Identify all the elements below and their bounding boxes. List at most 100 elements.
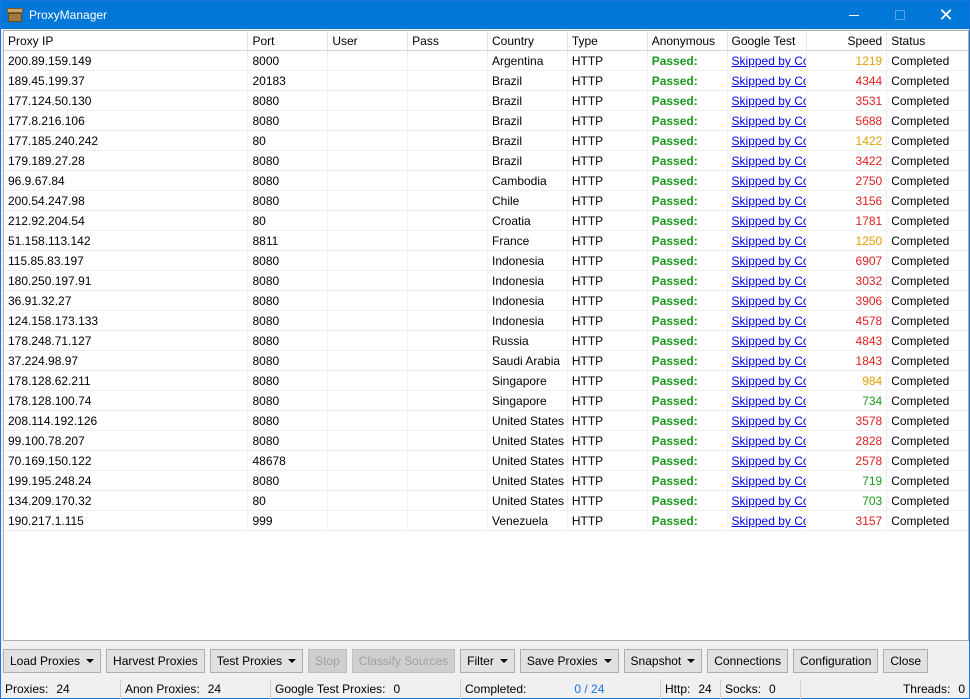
cell-user	[328, 271, 409, 290]
classify-sources-label: Classify Sources	[358, 654, 449, 668]
cell-google-test[interactable]: Skipped by Co	[728, 171, 808, 190]
harvest-proxies-button[interactable]: Harvest Proxies	[106, 649, 205, 673]
cell-type: HTTP	[568, 311, 648, 330]
column-header-port[interactable]: Port	[248, 31, 329, 50]
minimize-icon[interactable]	[831, 1, 877, 29]
cell-speed: 703	[807, 491, 888, 510]
cell-google-test[interactable]: Skipped by Co	[728, 311, 808, 330]
column-header-user[interactable]: User	[328, 31, 409, 50]
column-header-type[interactable]: Type	[568, 31, 648, 50]
cell-google-test[interactable]: Skipped by Co	[728, 471, 808, 490]
table-row[interactable]: 179.189.27.28 8080 Brazil HTTP Passed: Skippe…	[4, 151, 968, 171]
table-row[interactable]: 208.114.192.126 8080 United States HTTP Pass…	[4, 411, 968, 431]
status-google-label: Google Test Proxies:	[275, 682, 386, 696]
cell-google-test[interactable]: Skipped by Co	[728, 51, 808, 70]
snapshot-button[interactable]: Snapshot	[623, 649, 703, 673]
proxy-list[interactable]: Proxy IP Port User Pass Country Type Ano…	[3, 30, 969, 641]
cell-google-test[interactable]: Skipped by Co	[728, 91, 808, 110]
window-title: ProxyManager	[29, 8, 108, 22]
cell-google-test[interactable]: Skipped by Co	[728, 71, 808, 90]
table-row[interactable]: 189.45.199.37 20183 Brazil HTTP Passed: Skipp…	[4, 71, 968, 91]
cell-speed: 3156	[807, 191, 888, 210]
close-icon[interactable]: ✕	[923, 1, 969, 29]
cell-google-test[interactable]: Skipped by Co	[728, 491, 808, 510]
cell-google-test[interactable]: Skipped by Co	[728, 291, 808, 310]
cell-google-test[interactable]: Skipped by Co	[728, 111, 808, 130]
table-row[interactable]: 178.128.100.74 8080 Singapore HTTP Passed: Sk…	[4, 391, 968, 411]
table-row[interactable]: 178.248.71.127 8080 Russia HTTP Passed: Skipp…	[4, 331, 968, 351]
cell-google-test[interactable]: Skipped by Co	[728, 511, 808, 530]
cell-google-test[interactable]: Skipped by Co	[728, 391, 808, 410]
table-row[interactable]: 177.8.216.106 8080 Brazil HTTP Passed: Skippe…	[4, 111, 968, 131]
cell-google-test[interactable]: Skipped by Co	[728, 211, 808, 230]
cell-anonymous: Passed:	[648, 251, 728, 270]
cell-status: Completed	[891, 154, 950, 168]
cell-speed: 4344	[807, 71, 888, 90]
column-header-anonymous[interactable]: Anonymous	[648, 31, 728, 50]
cell-google-test[interactable]: Skipped by Co	[728, 411, 808, 430]
column-header-pass[interactable]: Pass	[408, 31, 488, 50]
cell-google-test[interactable]: Skipped by Co	[728, 271, 808, 290]
cell-google-test[interactable]: Skipped by Co	[728, 451, 808, 470]
cell-google-test[interactable]: Skipped by Co	[728, 231, 808, 250]
column-header-google-test[interactable]: Google Test	[728, 31, 808, 50]
table-row[interactable]: 99.100.78.207 8080 United States HTTP Passed…	[4, 431, 968, 451]
table-row[interactable]: 190.217.1.115 999 Venezuela HTTP Passed: Skip…	[4, 511, 968, 531]
cell-country: Singapore	[488, 391, 568, 410]
table-row[interactable]: 177.124.50.130 8080 Brazil HTTP Passed: Skipp…	[4, 91, 968, 111]
cell-google-test[interactable]: Skipped by Co	[728, 151, 808, 170]
load-proxies-button[interactable]: Load Proxies	[3, 649, 102, 673]
cell-user	[328, 371, 409, 390]
column-header-proxy-ip[interactable]: Proxy IP	[4, 31, 249, 50]
cell-google-test[interactable]: Skipped by Co	[728, 251, 808, 270]
test-proxies-button[interactable]: Test Proxies	[209, 649, 304, 673]
cell-google-test[interactable]: Skipped by Co	[728, 371, 808, 390]
cell-anonymous: Passed:	[648, 211, 728, 230]
cell-pass	[408, 391, 488, 410]
status-bar: Proxies: 24 Anon Proxies: 24 Google Test…	[1, 679, 969, 699]
table-row[interactable]: 177.185.240.242 80 Brazil HTTP Passed: Skippe…	[4, 131, 968, 151]
table-row[interactable]: 180.250.197.91 8080 Indonesia HTTP Passed: Sk…	[4, 271, 968, 291]
column-header-speed[interactable]: Speed	[807, 31, 888, 50]
table-row[interactable]: 70.169.150.122 48678 United States HTTP Pass…	[4, 451, 968, 471]
cell-type: HTTP	[568, 451, 648, 470]
status-completed: Completed: 0 / 24	[461, 679, 661, 699]
configuration-button[interactable]: Configuration	[792, 649, 879, 673]
cell-anonymous: Passed:	[648, 171, 728, 190]
filter-button[interactable]: Filter	[460, 649, 515, 673]
cell-type: HTTP	[568, 251, 648, 270]
close-button[interactable]: Close	[883, 649, 929, 673]
cell-anonymous: Passed:	[648, 391, 728, 410]
table-row[interactable]: 36.91.32.27 8080 Indonesia HTTP Passed: Skipp…	[4, 291, 968, 311]
stop-button[interactable]: Stop	[308, 649, 347, 673]
table-row[interactable]: 199.195.248.24 8080 United States HTTP Passe…	[4, 471, 968, 491]
table-row[interactable]: 51.158.113.142 8811 France HTTP Passed: Skipp…	[4, 231, 968, 251]
classify-sources-button[interactable]: Classify Sources	[351, 649, 456, 673]
table-row[interactable]: 200.54.247.98 8080 Chile HTTP Passed: Skipped…	[4, 191, 968, 211]
table-row[interactable]: 200.89.159.149 8000 Argentina HTTP Passed: Sk…	[4, 51, 968, 71]
cell-google-test[interactable]: Skipped by Co	[728, 351, 808, 370]
cell-google-test[interactable]: Skipped by Co	[728, 191, 808, 210]
table-row[interactable]: 37.224.98.97 8080 Saudi Arabia HTTP Passed: S…	[4, 351, 968, 371]
table-row[interactable]: 115.85.83.197 8080 Indonesia HTTP Passed: Ski…	[4, 251, 968, 271]
table-row[interactable]: 124.158.173.133 8080 Indonesia HTTP Passed: S…	[4, 311, 968, 331]
table-row[interactable]: 134.209.170.32 80 United States HTTP Passed:…	[4, 491, 968, 511]
table-row[interactable]: 178.128.62.211 8080 Singapore HTTP Passed: Sk…	[4, 371, 968, 391]
table-row[interactable]: 212.92.204.54 80 Croatia HTTP Passed: Skipped…	[4, 211, 968, 231]
column-header-status[interactable]: Status	[887, 31, 968, 50]
cell-port: 8080	[248, 171, 329, 190]
cell-google-test[interactable]: Skipped by Co	[728, 131, 808, 150]
maximize-icon[interactable]	[877, 1, 923, 29]
cell-proxy-ip: 179.189.27.28	[4, 151, 249, 170]
column-header-country[interactable]: Country	[488, 31, 568, 50]
cell-anonymous: Passed:	[648, 71, 728, 90]
cell-country: Indonesia	[488, 251, 568, 270]
cell-port: 8080	[248, 151, 329, 170]
table-row[interactable]: 96.9.67.84 8080 Cambodia HTTP Passed: Skipped…	[4, 171, 968, 191]
save-proxies-button[interactable]: Save Proxies	[519, 649, 619, 673]
cell-status: Completed	[891, 214, 950, 228]
cell-google-test[interactable]: Skipped by Co	[728, 431, 808, 450]
cell-google-test[interactable]: Skipped by Co	[728, 331, 808, 350]
connections-button[interactable]: Connections	[707, 649, 788, 673]
chevron-down-icon	[687, 659, 696, 663]
